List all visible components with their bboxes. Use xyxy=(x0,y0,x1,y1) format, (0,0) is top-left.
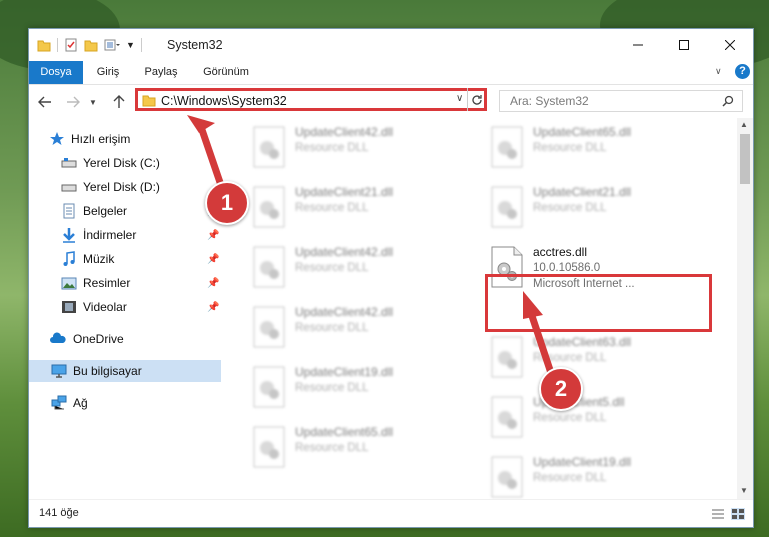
step-badge-1: 1 xyxy=(205,181,249,225)
arrow-2 xyxy=(525,305,557,381)
arrow-1-head xyxy=(187,115,215,133)
annotation-arrows xyxy=(187,115,557,381)
step-badge-2: 2 xyxy=(539,367,583,411)
arrow-2-head xyxy=(523,291,543,319)
file-explorer-window: ▼ System32 Dosya Giriş Paylaş Görünüm ∨ … xyxy=(28,28,754,528)
